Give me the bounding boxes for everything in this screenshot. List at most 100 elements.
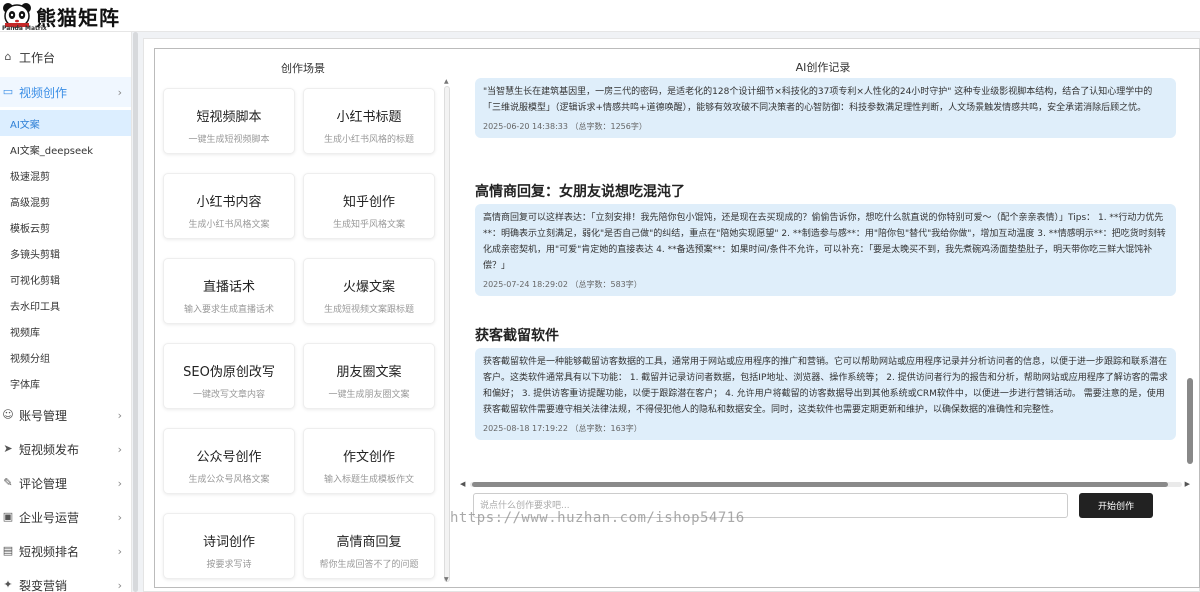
gift-icon: ✦ (3, 578, 13, 591)
send-icon: ➤ (3, 442, 13, 455)
record-meta: 2025-07-24 18:29:02 （总字数：583字） (483, 280, 642, 289)
scene-card-desc: 一键生成短视频脚本 (188, 135, 270, 145)
rank-icon: ▤ (2, 544, 14, 557)
scene-card-eq-reply[interactable]: 高情商回复 帮你生成回答不了的问题 (303, 513, 435, 579)
sidebar-item-label: 企业号运营 (19, 510, 80, 525)
chevron-up-icon: › (117, 85, 122, 99)
sidebar-item-video-creation[interactable]: ▭ 视频创作 › (0, 77, 131, 107)
scene-card-desc: 生成小红书风格文案 (188, 220, 270, 230)
scene-card-desc: 帮你生成回答不了的问题 (319, 560, 419, 570)
sidebar-item-label: 工作台 (19, 50, 56, 65)
scene-card-xhs-title[interactable]: 小红书标题 生成小红书风格的标题 (303, 88, 435, 154)
sidebar-scrollbar[interactable] (133, 32, 139, 592)
start-create-button[interactable]: 开始创作 (1079, 493, 1153, 518)
hscroll-thumb[interactable] (472, 482, 1168, 487)
watermark-text: https://www.huzhan.com/ishop54716 (450, 510, 745, 526)
sidebar-sub-template-edit[interactable]: 模板云剪 (0, 214, 131, 240)
sidebar-sub-ai-copy[interactable]: AI文案 (0, 110, 131, 136)
sidebar-scrollbar-thumb[interactable] (133, 32, 138, 592)
sidebar-sub-multi-camera[interactable]: 多镜头剪辑 (0, 240, 131, 266)
scene-card-essay[interactable]: 作文创作 输入标题生成模板作文 (303, 428, 435, 494)
scene-card-title: SEO伪原创改写 (183, 365, 275, 380)
chevron-right-icon: › (117, 476, 122, 490)
scene-card-desc: 一键生成朋友圈文案 (328, 390, 410, 400)
sidebar-item-enterprise[interactable]: ▣ 企业号运营 › (0, 502, 131, 532)
sidebar-item-publish[interactable]: ➤ 短视频发布 › (0, 434, 131, 464)
scroll-up-arrow-icon[interactable]: ▲ (444, 78, 449, 85)
sidebar-item-workbench[interactable]: ⌂ 工作台 (0, 42, 131, 72)
scene-card-desc: 生成短视频文案跟标题 (323, 305, 414, 315)
scene-card-zhihu[interactable]: 知乎创作 生成知乎风格文案 (303, 173, 435, 239)
scroll-down-arrow-icon[interactable]: ▼ (444, 576, 449, 583)
records-scrollbar[interactable] (1186, 78, 1194, 478)
sidebar-sub-watermark-tool[interactable]: 去水印工具 (0, 292, 131, 318)
scene-card-desc: 输入标题生成模板作文 (323, 475, 414, 485)
scene-card-title: 小红书标题 (336, 110, 402, 125)
comment-icon: ✎ (3, 476, 13, 489)
record-text: "当智慧生长在建筑基因里，一房三代的密码，是适老化的128个设计细节×科技化的3… (483, 87, 1153, 113)
scene-card-title: 火爆文案 (342, 280, 395, 295)
scenes-panel: 创作场景 短视频脚本 一键生成短视频脚本 小红书标题 生成小红书风格的标题 小红… (154, 48, 452, 588)
sidebar-item-label: 短视频发布 (19, 442, 80, 457)
sidebar-sub-video-library[interactable]: 视频库 (0, 318, 131, 344)
sidebar-sub-ai-copy-deepseek[interactable]: AI文案_deepseek (0, 136, 131, 162)
video-icon: ▭ (2, 85, 14, 98)
chevron-right-icon: › (117, 578, 122, 592)
scene-card-desc: 生成知乎风格文案 (332, 220, 405, 230)
chevron-right-icon: › (117, 442, 122, 456)
scene-card-title: 朋友圈文案 (336, 365, 402, 380)
record-text: 获客截留软件是一种能够截留访客数据的工具，通常用于网站或应用程序的推广和营销。它… (483, 357, 1168, 415)
sidebar-item-account[interactable]: ☺ 账号管理 › (0, 400, 131, 430)
scene-card-poetry[interactable]: 诗词创作 按要求写诗 (163, 513, 295, 579)
sidebar-item-label: 裂变营销 (19, 578, 68, 592)
scene-card-seo-rewrite[interactable]: SEO伪原创改写 一键改写文章内容 (163, 343, 295, 409)
sidebar-item-label: 视频创作 (19, 85, 68, 100)
scenes-title: 创作场景 (281, 62, 325, 75)
chevron-right-icon: › (117, 408, 122, 422)
sidebar-sub-font-library[interactable]: 字体库 (0, 370, 131, 396)
scenes-scrollbar-thumb[interactable] (444, 86, 450, 582)
record-item: 高情商回复可以这样表达：「立刻安排！我先陪你包小馄饨，还是现在去买现成的？偷偷告… (475, 204, 1176, 296)
sidebar-sub-video-group[interactable]: 视频分组 (0, 344, 131, 370)
scene-card-livestream[interactable]: 直播话术 输入要求生成直播话术 (163, 258, 295, 324)
records-hscrollbar[interactable]: ◀ ▶ (460, 480, 1192, 488)
sidebar: ⌂ 工作台 ▭ 视频创作 › AI文案 AI文案_deepseek 极速混剪 高… (0, 32, 132, 592)
record-meta: 2025-08-18 17:19:22 （总字数：163字） (483, 424, 642, 433)
scene-card-official-account[interactable]: 公众号创作 生成公众号风格文案 (163, 428, 295, 494)
scroll-right-arrow-icon[interactable]: ▶ (1185, 480, 1190, 488)
logo[interactable]: 熊猫矩阵 Panda Matrix (0, 0, 132, 32)
scene-card-xhs-content[interactable]: 小红书内容 生成小红书风格文案 (163, 173, 295, 239)
scenes-scrollbar[interactable]: ▲ ▼ (443, 78, 451, 583)
scene-card-title: 诗词创作 (202, 535, 255, 550)
scene-card-desc: 生成公众号风格文案 (188, 475, 270, 485)
scroll-left-arrow-icon[interactable]: ◀ (460, 480, 465, 488)
scene-card-title: 小红书内容 (196, 195, 262, 210)
scene-card-title: 知乎创作 (342, 195, 395, 210)
records-list: "当智慧生长在建筑基因里，一房三代的密码，是适老化的128个设计细节×科技化的3… (460, 78, 1192, 478)
chevron-right-icon: › (117, 544, 122, 558)
scene-card-title: 作文创作 (342, 450, 395, 465)
sidebar-item-label: 短视频排名 (19, 544, 80, 559)
scene-card-viral-copy[interactable]: 火爆文案 生成短视频文案跟标题 (303, 258, 435, 324)
home-icon: ⌂ (4, 50, 12, 63)
sidebar-sub-advanced-mix[interactable]: 高级混剪 (0, 188, 131, 214)
record-text: 高情商回复可以这样表达：「立刻安排！我先陪你包小馄饨，还是现在去买现成的？偷偷告… (483, 213, 1166, 271)
sidebar-item-comments[interactable]: ✎ 评论管理 › (0, 468, 131, 498)
sidebar-item-label: 账号管理 (19, 408, 68, 423)
logo-subtitle: Panda Matrix (2, 25, 47, 32)
scene-card-title: 公众号创作 (196, 450, 262, 465)
scene-card-desc: 一键改写文章内容 (192, 390, 265, 400)
record-heading: 高情商回复：女朋友说想吃混沌了 (475, 184, 685, 200)
sidebar-item-label: 评论管理 (19, 476, 68, 491)
sidebar-sub-visual-edit[interactable]: 可视化剪辑 (0, 266, 131, 292)
scene-card-moments[interactable]: 朋友圈文案 一键生成朋友圈文案 (303, 343, 435, 409)
scene-card-short-video-script[interactable]: 短视频脚本 一键生成短视频脚本 (163, 88, 295, 154)
sidebar-item-fission[interactable]: ✦ 裂变营销 › (0, 570, 131, 592)
records-scrollbar-thumb[interactable] (1187, 378, 1193, 464)
records-title: AI创作记录 (795, 61, 851, 74)
scene-card-desc: 输入要求生成直播话术 (183, 305, 274, 315)
logo-text: 熊猫矩阵 (36, 6, 120, 30)
sidebar-sub-fast-mix[interactable]: 极速混剪 (0, 162, 131, 188)
scene-card-title: 高情商回复 (336, 535, 402, 550)
sidebar-item-ranking[interactable]: ▤ 短视频排名 › (0, 536, 131, 566)
